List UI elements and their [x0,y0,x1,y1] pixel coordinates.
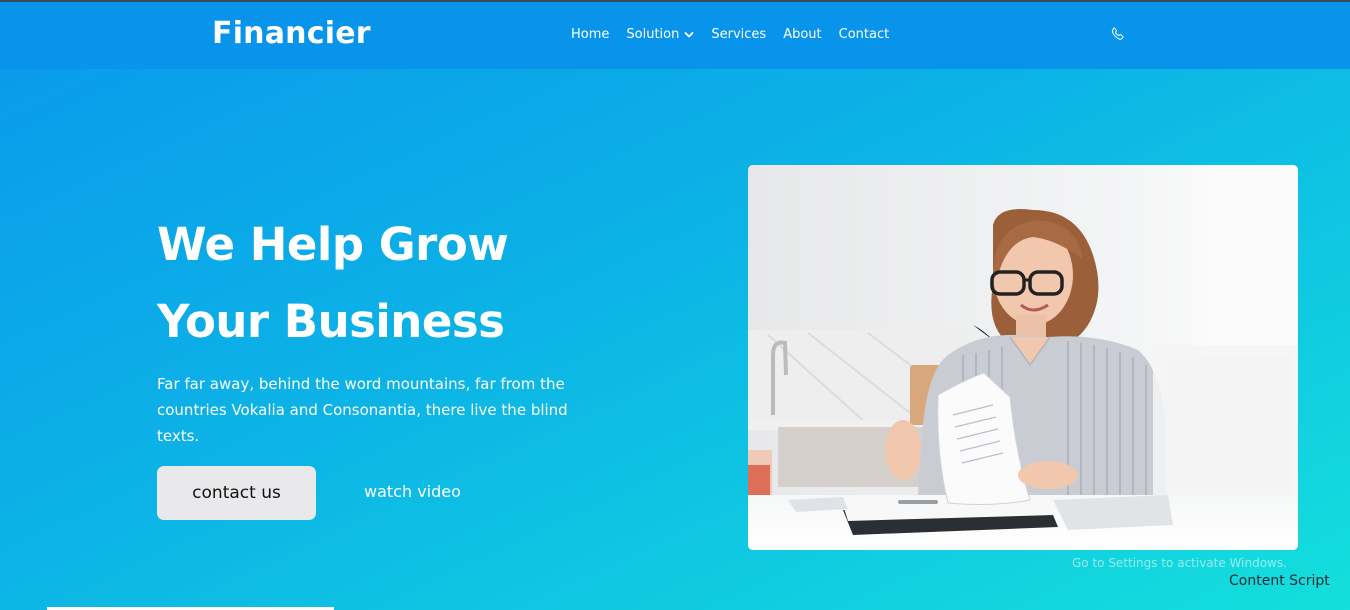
phone-icon[interactable] [1110,26,1126,42]
nav-item-home[interactable]: Home [571,27,609,42]
brand-logo[interactable]: Financier [212,16,371,51]
woman-at-desk-illustration [748,165,1298,550]
nav-item-label: Contact [838,27,890,42]
nav-item-about[interactable]: About [783,27,821,42]
hero-title-line-2: Your Business [157,295,505,348]
nav-item-label: Home [571,27,610,42]
nav-item-label: Solution [626,27,680,42]
nav-item-solution[interactable]: Solution [626,27,694,42]
navbar: Financier Home Solution Services About C… [0,2,1350,69]
hero-description: Far far away, behind the word mountains,… [157,375,568,445]
hero-title: We Help Grow Your Business [157,206,677,360]
nav-item-label: About [783,27,822,42]
nav-item-contact[interactable]: Contact [839,27,890,42]
watermark-title: Activate Windows [1072,532,1232,553]
windows-activation-watermark: Activate Windows Go to Settings to activ… [1072,532,1287,570]
nav-menu: Home Solution Services About Contact [571,27,906,42]
hero-photo [748,165,1298,550]
nav-item-services[interactable]: Services [711,27,766,42]
hero-title-line-1: We Help Grow [157,218,509,271]
contact-us-button[interactable]: contact us [157,466,316,520]
content-script-label: Content Script [1229,573,1330,589]
watch-video-link[interactable]: watch video [364,482,461,501]
nav-item-label: Services [711,27,767,42]
watermark-subtitle: Go to Settings to activate Windows. [1072,556,1287,570]
chevron-down-icon [684,31,694,37]
